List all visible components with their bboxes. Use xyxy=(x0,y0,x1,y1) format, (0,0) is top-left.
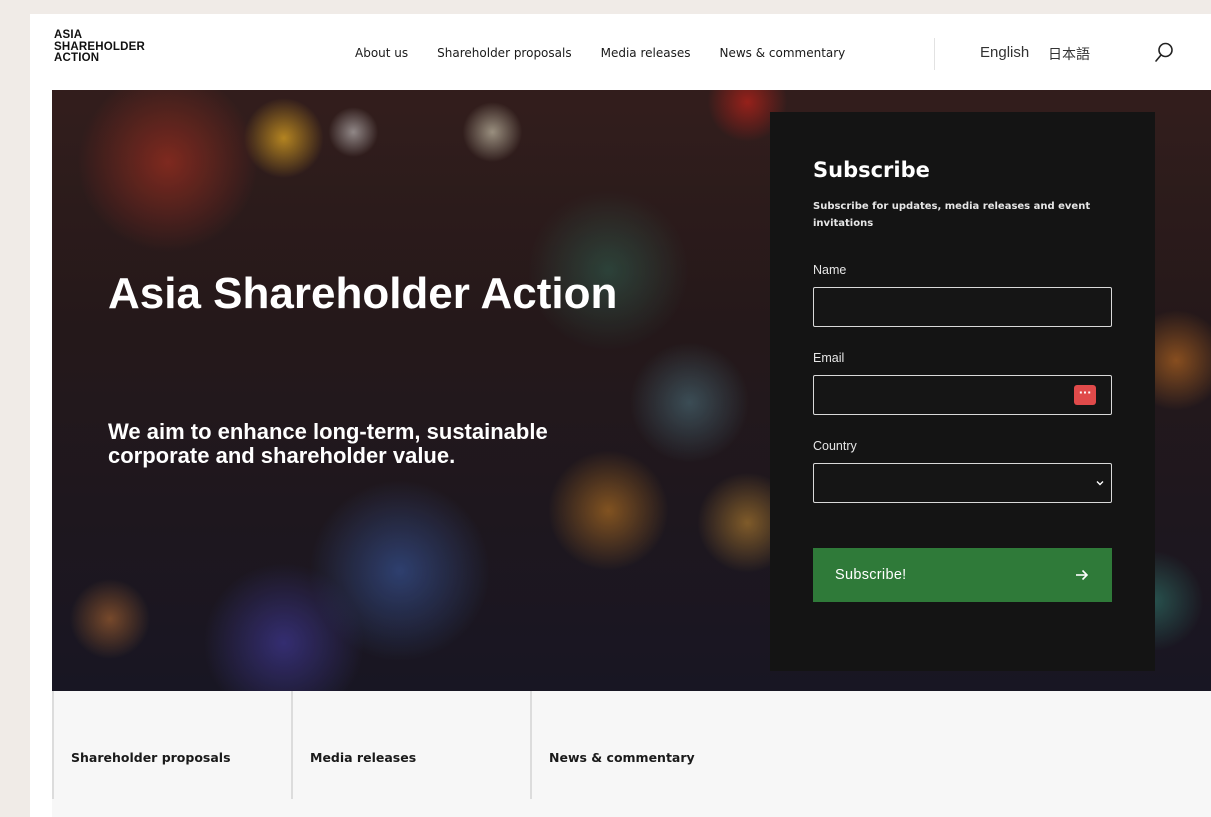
chevron-down-icon xyxy=(1096,481,1104,486)
password-manager-icon[interactable]: ··· xyxy=(1074,385,1096,405)
tab-label: Media releases xyxy=(310,750,417,765)
language-japanese[interactable]: 日本語 xyxy=(1048,44,1090,64)
tab-shareholder-proposals[interactable]: Shareholder proposals xyxy=(52,691,292,799)
email-field[interactable] xyxy=(813,375,1112,415)
subscribe-description: Subscribe for updates, media releases an… xyxy=(813,201,1091,229)
nav-media-releases[interactable]: Media releases xyxy=(601,46,691,60)
name-field[interactable] xyxy=(813,287,1112,327)
email-label: Email xyxy=(813,351,845,365)
nav-shareholder-proposals[interactable]: Shareholder proposals xyxy=(437,46,571,60)
name-label: Name xyxy=(813,263,847,277)
page: ASIA SHAREHOLDER ACTION About us Shareho… xyxy=(30,14,1211,817)
country-label: Country xyxy=(813,439,857,453)
nav-about-us[interactable]: About us xyxy=(355,46,408,60)
nav-news-commentary[interactable]: News & commentary xyxy=(719,46,845,60)
country-select[interactable] xyxy=(813,463,1112,503)
subscribe-title: Subscribe xyxy=(813,158,930,182)
main-nav: About us Shareholder proposals Media rel… xyxy=(355,46,845,60)
logo-line-3: ACTION xyxy=(54,52,100,64)
tab-news-commentary[interactable]: News & commentary xyxy=(530,691,790,799)
site-header: ASIA SHAREHOLDER ACTION About us Shareho… xyxy=(30,14,1211,90)
logo-line-1: ASIA xyxy=(54,29,83,41)
site-logo[interactable]: ASIA SHAREHOLDER ACTION xyxy=(54,29,145,65)
nav-divider xyxy=(934,38,935,70)
hero-title: Asia Shareholder Action xyxy=(108,269,618,318)
subscribe-button-label: Subscribe! xyxy=(835,567,907,583)
tab-media-releases[interactable]: Media releases xyxy=(291,691,531,799)
tab-label: Shareholder proposals xyxy=(71,750,231,765)
search-icon[interactable] xyxy=(1152,40,1176,64)
section-tabs: Shareholder proposals Media releases New… xyxy=(52,691,1211,817)
tab-label: News & commentary xyxy=(549,750,695,765)
subscribe-button[interactable]: Subscribe! xyxy=(813,548,1112,602)
subscribe-panel: Subscribe Subscribe for updates, media r… xyxy=(770,112,1155,671)
hero-subtitle: We aim to enhance long-term, sustainable… xyxy=(108,419,548,468)
language-english[interactable]: English xyxy=(980,44,1029,61)
arrow-right-icon xyxy=(1076,569,1089,581)
